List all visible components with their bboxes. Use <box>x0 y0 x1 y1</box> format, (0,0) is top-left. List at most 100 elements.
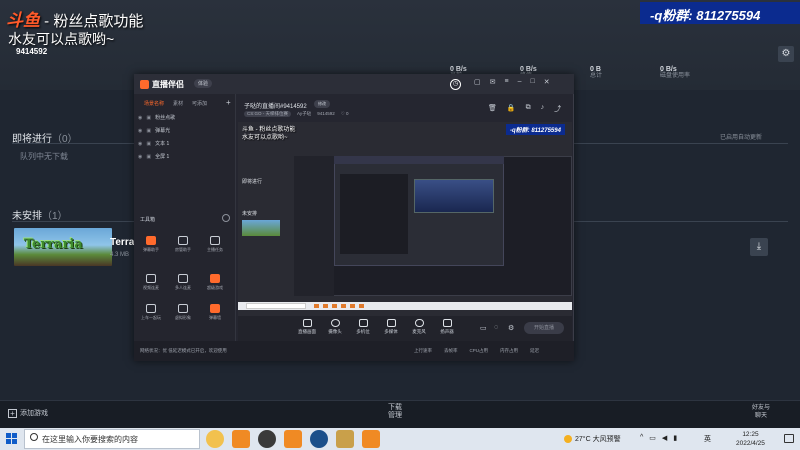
app-icon-obs[interactable] <box>258 430 276 448</box>
share-icon[interactable]: ⤴ <box>554 104 561 114</box>
car-icon <box>146 304 156 313</box>
tab-addable[interactable]: 可添加 <box>192 100 207 107</box>
preview-taskbar <box>238 302 572 310</box>
multicam-icon <box>358 319 368 327</box>
eye-icon[interactable]: ◉ <box>138 128 142 134</box>
control-bar <box>238 316 572 341</box>
app-logo: 直播伴侣 <box>140 79 184 90</box>
add-game-button[interactable]: + 添加游戏 <box>8 408 48 418</box>
app-icon-steam[interactable] <box>310 430 328 448</box>
preview-overlay-text: 斗鱼 - 粉丝点歌功能 水友可以点歌哟~ <box>242 127 296 141</box>
timer-icon[interactable]: ◌ <box>494 324 498 331</box>
scene-item[interactable]: ◉ ▣ 文本 1 <box>138 140 169 148</box>
overlay-room-id: 9414592 <box>16 47 48 56</box>
minimize-icon[interactable]: – <box>518 78 522 86</box>
speaker-icon <box>442 319 452 327</box>
app-icon-csgo[interactable] <box>336 430 354 448</box>
lock-icon[interactable]: ▣ <box>146 141 151 147</box>
gear-icon[interactable]: ⚙ <box>778 46 794 62</box>
game-title[interactable]: Terra <box>110 237 134 248</box>
version-badge[interactable]: 体验 <box>194 79 213 88</box>
notification-icon[interactable] <box>784 434 794 443</box>
scene-item[interactable]: ◉ ▣ 粉丝点歌 <box>138 114 175 122</box>
auto-update-note: 已启用自动更新 <box>720 135 763 141</box>
microphone-button[interactable]: 麦克风 <box>406 319 432 335</box>
tool-danmu-wall[interactable]: 弹幕墙 <box>200 304 230 321</box>
eye-icon[interactable]: ◉ <box>138 115 142 121</box>
menu-icon[interactable]: ≡ <box>505 78 509 86</box>
scene-item[interactable]: ◉ ▣ 弹幕光 <box>138 127 170 135</box>
start-stream-button[interactable]: 开始直播 <box>524 322 564 334</box>
windows-start-icon[interactable] <box>6 433 17 444</box>
volume-icon[interactable]: ◀ <box>662 434 667 442</box>
category-tag[interactable]: CS:GO - 天梯排位赛 <box>244 111 292 117</box>
close-icon[interactable]: ✕ <box>544 78 550 86</box>
media-button[interactable]: 多媒体 <box>378 319 404 335</box>
speaker-button[interactable]: 扬声器 <box>434 319 460 335</box>
camera-button[interactable]: 摄像头 <box>322 319 348 335</box>
tool-danmu-helper[interactable]: 弹幕助手 <box>136 236 166 253</box>
eye-icon[interactable]: ◉ <box>138 154 142 160</box>
preview-game-thumb <box>242 220 280 236</box>
toolbox-collapse-icon[interactable] <box>222 214 230 222</box>
tool-multi-link[interactable]: 多人连麦 <box>168 274 198 291</box>
room-tools: 🗑 🔒 ⧉ ♪ ⤴ <box>488 104 561 114</box>
room-title: 子哒的直播间#9414592 <box>244 104 307 110</box>
lock-icon[interactable]: 🔒 <box>507 104 516 114</box>
preview-search <box>246 303 306 309</box>
tool-video-link[interactable]: 视频连麦 <box>136 274 166 291</box>
stat-disk: 0 B/s 磁盘使用率 <box>660 66 691 79</box>
taskbar-clock[interactable]: 12:25 2022/4/25 <box>736 430 765 448</box>
ime-indicator[interactable]: 英 <box>704 434 711 444</box>
lock-icon[interactable]: ▣ <box>146 115 151 121</box>
overlay-subtitle: 水友可以点歌哟~ <box>8 31 115 47</box>
video-icon <box>146 274 156 283</box>
mail-icon[interactable]: ✉ <box>490 78 496 86</box>
battery-icon[interactable]: ▮ <box>673 434 677 442</box>
tab-sources[interactable]: 素材 <box>173 100 183 107</box>
network-icon[interactable]: ▭ <box>649 434 656 442</box>
scene-item[interactable]: ◉ ▣ 全屏 1 <box>138 153 169 161</box>
tool-avatar[interactable]: 虚拟形象 <box>168 304 198 321</box>
edit-room-button[interactable]: 修改 <box>314 100 330 108</box>
tab-scenes[interactable]: 场景名称 <box>144 100 164 107</box>
app-icon-folder[interactable] <box>284 430 302 448</box>
lock-icon[interactable]: ▣ <box>146 128 151 134</box>
sun-icon <box>564 435 572 443</box>
app-icon-live-companion[interactable] <box>362 430 380 448</box>
tool-super-game[interactable]: 超级游戏 <box>200 274 230 291</box>
skin-icon[interactable]: ▢ <box>474 78 481 86</box>
app-icon-bilibili[interactable] <box>206 430 224 448</box>
maximize-icon[interactable]: □ <box>531 78 535 86</box>
tool-room-admin[interactable]: 房管助手 <box>168 236 198 253</box>
eye-icon[interactable]: ◉ <box>138 141 142 147</box>
record-icon[interactable]: ▭ <box>480 324 487 332</box>
scene-capture-button[interactable]: 直播画面 <box>294 319 320 335</box>
wall-icon <box>210 304 220 313</box>
queue-empty-text: 队列中无下载 <box>20 152 68 161</box>
tool-tasks[interactable]: 主播任务 <box>200 236 230 253</box>
weather-widget[interactable]: 27°C 大风预警 <box>564 434 621 444</box>
bell-icon[interactable]: ♪ <box>541 104 545 114</box>
settings-icon[interactable]: ⚙ <box>508 324 514 332</box>
clock-icon[interactable]: ◷ <box>450 79 461 90</box>
game-thumbnail[interactable]: Terraria <box>14 228 112 266</box>
download-button[interactable]: ⤓ <box>750 238 768 256</box>
lock-icon[interactable]: ▣ <box>146 154 151 160</box>
friends-chat-button[interactable]: 好友与 聊天 <box>752 404 770 420</box>
copy-icon[interactable]: ⧉ <box>526 104 531 114</box>
download-manage-button[interactable]: 下载 管理 <box>388 404 402 420</box>
room-meta: CS:GO - 天梯排位赛 Ay子哒 9414592 ♡ 0 <box>244 111 349 117</box>
fans-count: ♡ 0 <box>340 111 349 116</box>
multicam-button[interactable]: 多机位 <box>350 319 376 335</box>
douyu-logo: 斗鱼 <box>6 11 40 30</box>
trash-icon[interactable]: 🗑 <box>488 104 497 114</box>
app-icon-douyu[interactable] <box>232 430 250 448</box>
tray-expand-icon[interactable]: ^ <box>640 434 643 442</box>
preview-label: 即将进行 <box>242 179 263 185</box>
tool-carpool[interactable]: 上车一起玩 <box>136 304 166 321</box>
overlay-title: 斗鱼 - 粉丝点歌功能 <box>6 11 144 30</box>
add-scene-button[interactable]: + <box>226 98 231 107</box>
room-uid: 9414592 <box>317 111 335 116</box>
camera-icon <box>330 319 340 327</box>
